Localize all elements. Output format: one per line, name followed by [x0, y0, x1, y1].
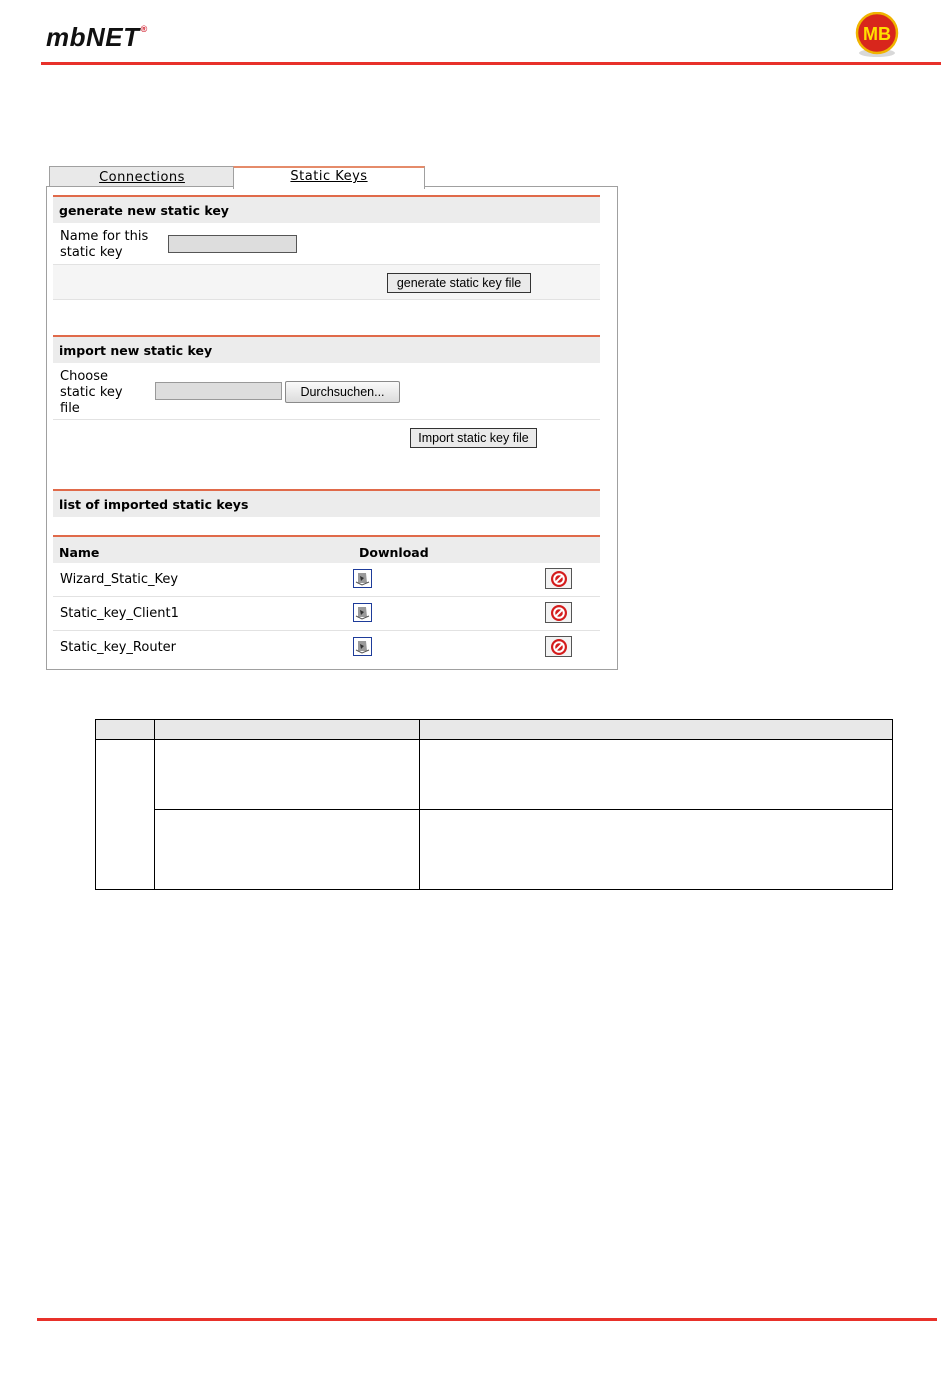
key-name: Static_key_Router	[60, 640, 177, 655]
name-label-line2: static key	[60, 245, 123, 260]
table-row-divider	[154, 809, 892, 810]
file-path-input[interactable]	[155, 382, 282, 400]
footer-rule	[37, 1318, 937, 1321]
name-label: Name for this static key	[60, 229, 148, 261]
key-row: Wizard_Static_Key	[53, 563, 600, 597]
download-icon[interactable]	[353, 603, 372, 622]
generate-key-section: generate new static key Name for this st…	[53, 195, 600, 300]
key-name: Static_key_Client1	[60, 606, 179, 621]
tab-panel: generate new static key Name for this st…	[46, 186, 618, 670]
description-table	[95, 719, 893, 890]
imported-keys-title: list of imported static keys	[53, 489, 600, 517]
static-keys-screen: Connections Static Keys generate new sta…	[46, 166, 618, 670]
keys-table-header: Name Download	[53, 535, 600, 563]
mbnet-logo: mbNET®	[46, 22, 148, 53]
col-download-header: Download	[359, 545, 429, 560]
tab-connections[interactable]: Connections	[49, 166, 235, 187]
col-name-header: Name	[59, 545, 100, 560]
choose-file-row: Choose static key file Durchsuchen...	[53, 363, 600, 420]
key-name: Wizard_Static_Key	[60, 572, 179, 587]
tab-connections-label: Connections	[99, 170, 185, 185]
imported-keys-table: Name Download Wizard_Static_Key Static_k…	[53, 535, 600, 664]
choose-label-line2: static key	[60, 385, 123, 400]
generate-key-button[interactable]: generate static key file	[387, 273, 531, 293]
table-divider	[419, 720, 420, 889]
choose-label-line3: file	[60, 401, 80, 416]
download-icon[interactable]	[353, 569, 372, 588]
key-row: Static_key_Router	[53, 631, 600, 664]
delete-icon[interactable]	[545, 636, 572, 657]
logo-text: mbNET	[46, 22, 140, 52]
header-rule	[41, 62, 941, 65]
mb-brand-logo: MB	[855, 12, 899, 57]
import-key-title: import new static key	[53, 335, 600, 363]
table-divider	[154, 720, 155, 889]
import-key-section: import new static key Choose static key …	[53, 335, 600, 454]
choose-label-line1: Choose	[60, 369, 108, 384]
generate-key-title: generate new static key	[53, 195, 600, 223]
name-row: Name for this static key	[53, 223, 600, 265]
choose-file-label: Choose static key file	[60, 369, 123, 417]
name-label-line1: Name for this	[60, 229, 149, 244]
delete-icon[interactable]	[545, 568, 572, 589]
generate-button-row: generate static key file	[53, 265, 600, 300]
download-icon[interactable]	[353, 637, 372, 656]
tab-static-keys-label: Static Keys	[290, 169, 368, 184]
mb-badge-text: MB	[863, 24, 891, 44]
import-key-button[interactable]: Import static key file	[410, 428, 537, 448]
import-button-row: Import static key file	[53, 420, 600, 454]
logo-mark: ®	[140, 24, 148, 34]
key-name-input[interactable]	[168, 235, 297, 253]
key-row: Static_key_Client1	[53, 597, 600, 631]
description-table-header	[96, 720, 892, 740]
tab-static-keys[interactable]: Static Keys	[233, 166, 425, 189]
delete-icon[interactable]	[545, 602, 572, 623]
browse-button[interactable]: Durchsuchen...	[285, 381, 400, 403]
imported-keys-section: list of imported static keys	[53, 489, 600, 517]
